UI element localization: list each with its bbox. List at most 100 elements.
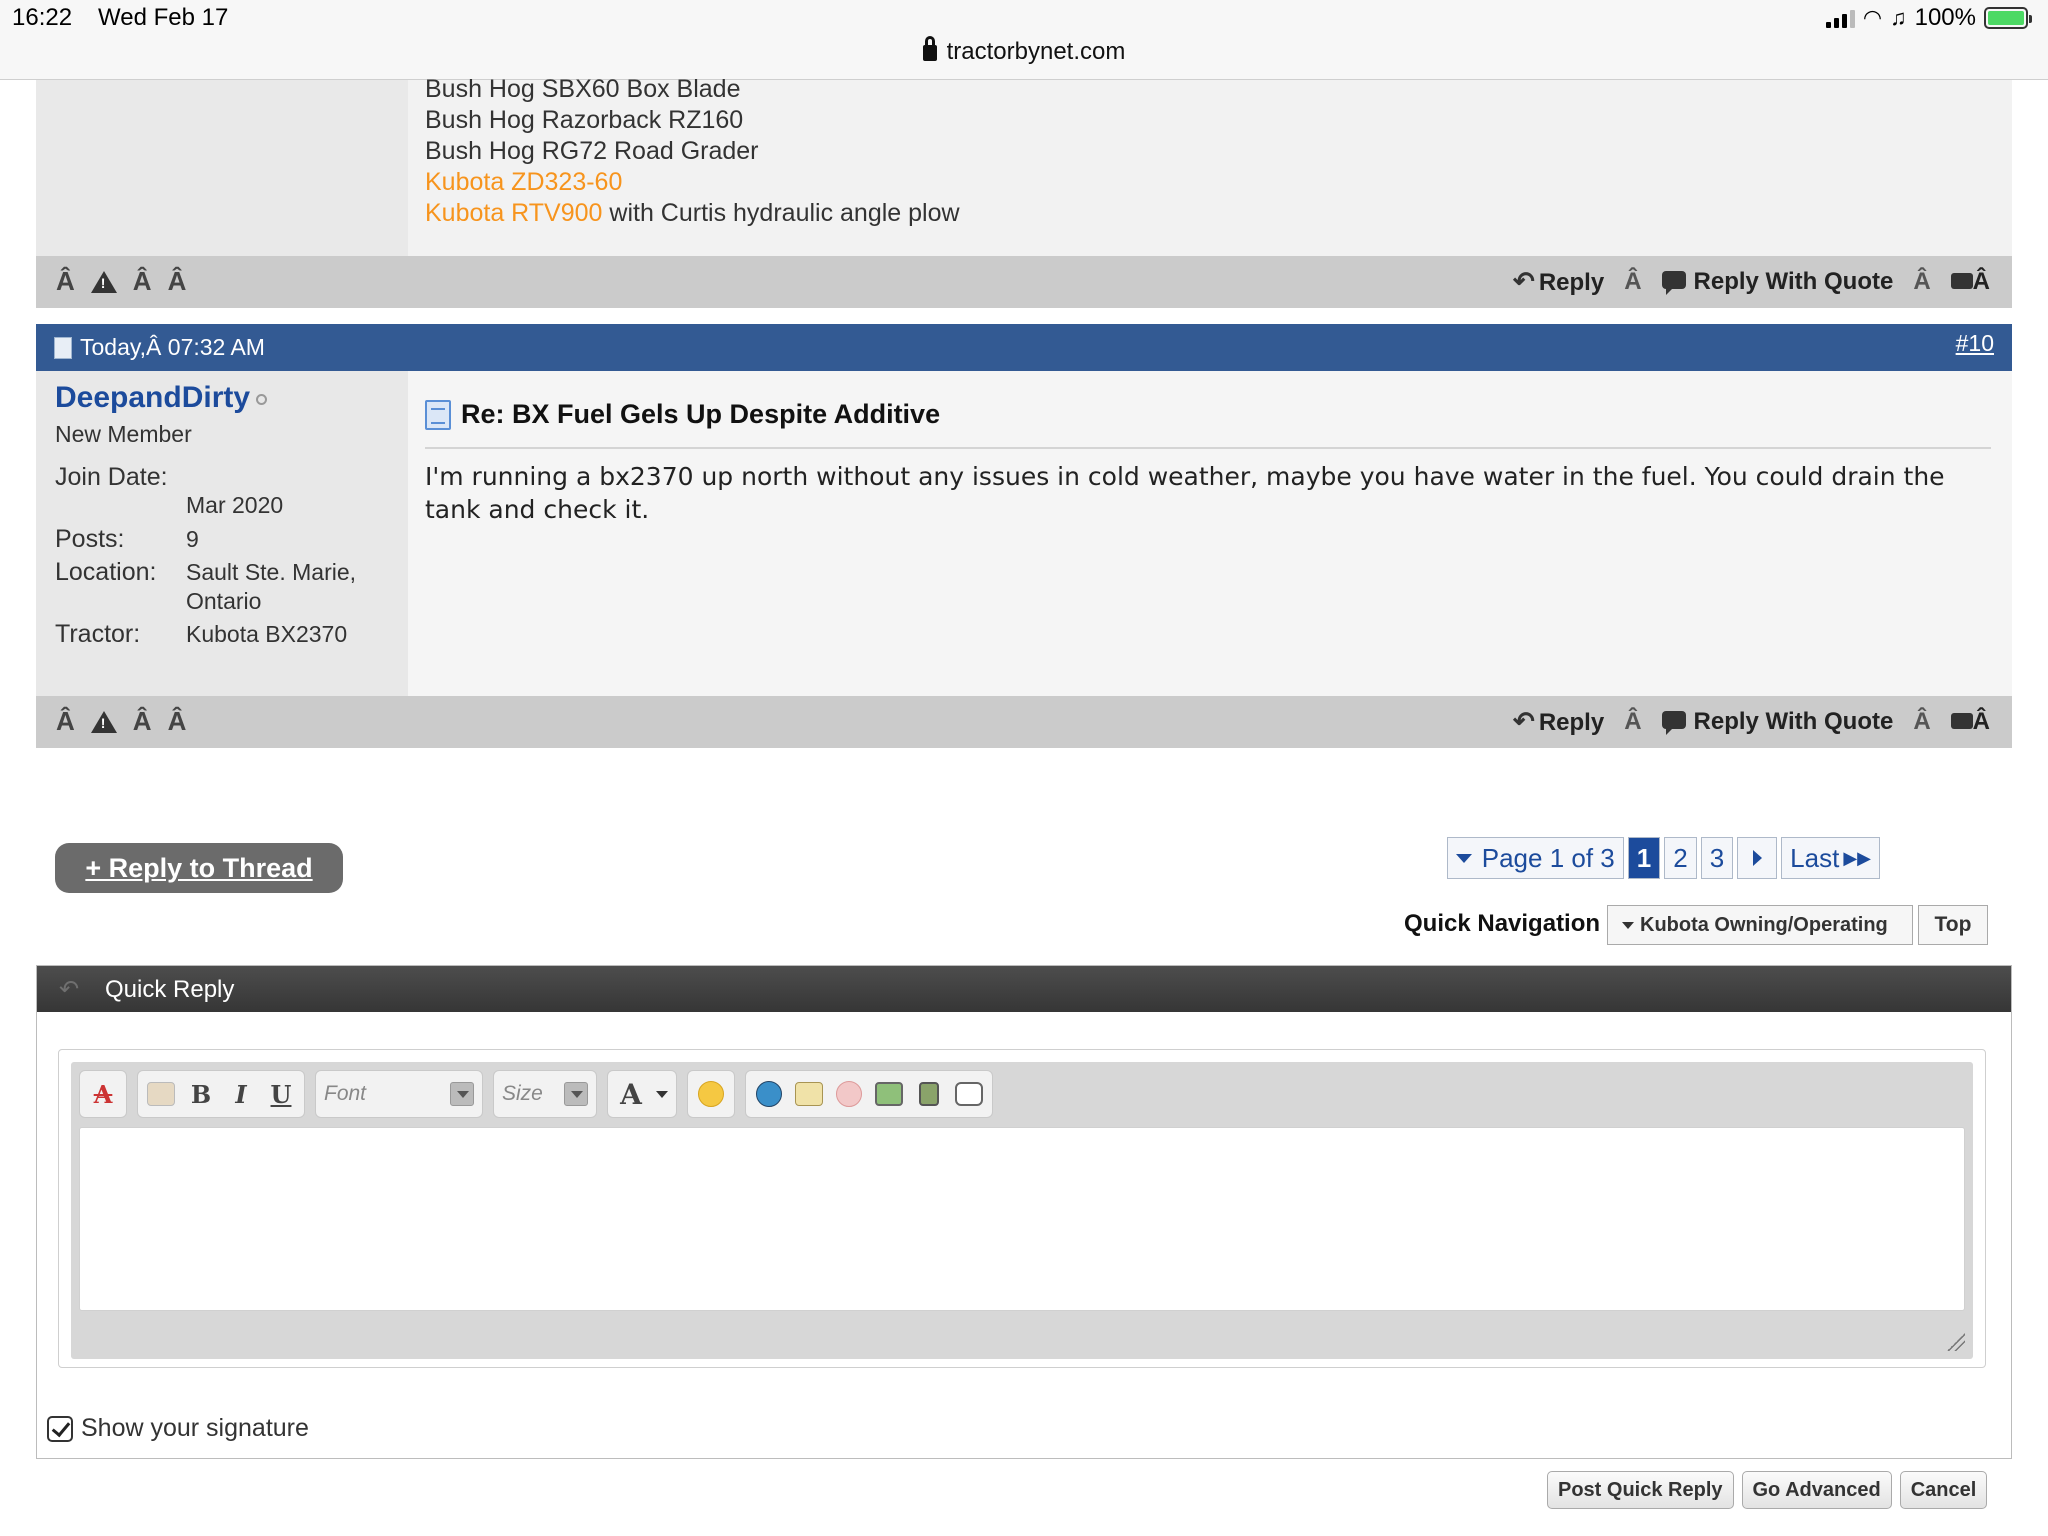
glyph: Â — [1913, 707, 1931, 735]
link-icon[interactable] — [754, 1079, 784, 1109]
multiquote-icon — [1950, 272, 1973, 289]
lock-icon — [922, 36, 937, 61]
post-left-icons: Â Â Â — [56, 706, 186, 737]
checkbox-checked-icon[interactable] — [47, 1415, 73, 1442]
address-bar[interactable]: tractorbynet.com — [0, 36, 2048, 66]
reply-quote-label: Reply With Quote — [1693, 267, 1894, 295]
posts-label: Posts: — [55, 525, 125, 553]
multi-quote-button[interactable]: Â — [1950, 707, 1990, 736]
tractor-label: Tractor: — [55, 620, 141, 648]
glyph: Â — [1972, 707, 1990, 735]
document-icon — [54, 336, 72, 359]
previous-post: Bush Hog SBX60 Box Blade Bush Hog Razorba… — [36, 75, 2012, 256]
chevron-down-icon — [1622, 921, 1634, 929]
reply-label: Reply — [1538, 709, 1605, 736]
post-right-actions: ↶ Reply Â Reply With Quote Â Â — [1513, 706, 1990, 737]
reply-arrow-icon: ↶ — [59, 976, 80, 1003]
quick-navigation-value: Kubota Owning/Operating — [1640, 913, 1888, 936]
signature-equipment-list: Bush Hog SBX60 Box Blade Bush Hog Razorba… — [425, 74, 960, 229]
glyph: Â — [167, 266, 187, 296]
top-button[interactable]: Top — [1918, 905, 1988, 945]
bold-button[interactable]: B — [186, 1079, 216, 1109]
page-jump-dropdown[interactable]: Page 1 of 3 — [1446, 837, 1624, 879]
next-page-button[interactable] — [1737, 837, 1778, 879]
post-left-icons: Â Â Â — [56, 266, 186, 297]
font-select[interactable]: Font — [315, 1070, 483, 1118]
email-icon[interactable] — [794, 1079, 824, 1109]
quote-bubble-icon[interactable] — [954, 1079, 984, 1109]
quote-icon — [1661, 710, 1686, 735]
reply-to-thread-button[interactable]: + Reply to Thread — [55, 843, 343, 893]
post-number-link[interactable]: #10 — [1956, 330, 1994, 357]
toolbar-group: A — [79, 1070, 127, 1118]
quick-navigation-label: Quick Navigation — [1404, 910, 1601, 937]
equipment-name: Bush Hog RG72 Road Grader — [425, 137, 759, 165]
post-title: Re: BX Fuel Gels Up Despite Additive — [425, 399, 940, 430]
remove-format-icon[interactable]: A — [88, 1079, 118, 1109]
cancel-button[interactable]: Cancel — [1899, 1471, 1988, 1509]
reply-label: Reply — [1538, 269, 1605, 296]
equipment-item: Bush Hog RG72 Road Grader — [425, 136, 960, 167]
go-advanced-button[interactable]: Go Advanced — [1741, 1471, 1892, 1509]
video-icon[interactable] — [914, 1079, 944, 1109]
post-quick-reply-button[interactable]: Post Quick Reply — [1547, 1471, 1734, 1509]
size-select[interactable]: Size — [493, 1070, 597, 1118]
report-icon[interactable] — [90, 270, 117, 293]
divider — [425, 447, 1991, 449]
report-icon[interactable] — [90, 710, 117, 733]
multi-quote-button[interactable]: Â — [1950, 268, 1990, 296]
show-signature-option[interactable]: Show your signature — [47, 1414, 309, 1443]
unlink-icon[interactable] — [834, 1079, 864, 1109]
glyph: Â — [1624, 267, 1642, 295]
reply-button[interactable]: ↶ Reply — [1513, 266, 1604, 297]
equipment-item: Kubota RTV900 with Curtis hydraulic angl… — [425, 198, 960, 229]
equipment-name: Bush Hog SBX60 Box Blade — [425, 75, 741, 103]
join-date-label: Join Date: — [55, 463, 168, 491]
location-line: Ontario — [186, 588, 262, 614]
equipment-link[interactable]: Kubota RTV900 — [425, 199, 602, 227]
equipment-item: Bush Hog SBX60 Box Blade — [425, 74, 960, 105]
italic-button[interactable]: I — [226, 1079, 256, 1109]
offline-status-icon — [256, 393, 268, 405]
toolbar-group: B I U — [137, 1070, 305, 1118]
smiley-icon[interactable] — [696, 1079, 726, 1109]
reply-with-quote-button[interactable]: Reply With Quote — [1661, 708, 1893, 736]
show-signature-label: Show your signature — [81, 1414, 309, 1442]
tractor-value: Kubota BX2370 — [186, 621, 348, 647]
post-action-bar: Â Â Â ↶Reply Â Reply With Quote Â Â — [36, 696, 2012, 748]
page-link-current[interactable]: 1 — [1627, 837, 1661, 879]
glyph: Â — [167, 706, 187, 736]
image-icon[interactable] — [874, 1079, 904, 1109]
wifi-icon: ◠ — [1862, 5, 1883, 30]
paste-icon[interactable] — [146, 1079, 176, 1109]
equipment-link[interactable]: Kubota ZD323-60 — [425, 168, 622, 196]
page-link[interactable]: 3 — [1700, 837, 1734, 879]
status-time: 16:22 — [12, 4, 73, 31]
resize-handle-icon[interactable] — [1947, 1333, 1965, 1351]
page-link[interactable]: 2 — [1664, 837, 1697, 879]
page-label: Page 1 of 3 — [1481, 842, 1615, 873]
post-header: Today,Â 07:32 AM #10 — [36, 324, 2012, 371]
last-page-button[interactable]: Last ▶▶ — [1781, 837, 1880, 879]
toolbar-group — [745, 1070, 993, 1118]
reply-arrow-icon: ↶ — [1513, 706, 1535, 736]
underline-button[interactable]: U — [266, 1079, 296, 1109]
quick-reply-header: ↶ Quick Reply — [37, 966, 2011, 1012]
double-arrow-icon: ▶▶ — [1843, 847, 1871, 868]
username-link[interactable]: DeepandDirty — [55, 381, 268, 415]
size-placeholder: Size — [502, 1082, 543, 1105]
message-textarea[interactable] — [79, 1127, 1965, 1311]
font-color-button[interactable]: A — [607, 1070, 677, 1118]
status-bar: 16:22 Wed Feb 17 tractorbynet.com ◠ ♫ 10… — [0, 0, 2048, 80]
dropdown-arrow-icon — [564, 1082, 588, 1106]
post-title-text: Re: BX Fuel Gels Up Despite Additive — [461, 399, 941, 429]
editor: A B I U Font Size A — [58, 1049, 1986, 1368]
equipment-name: Bush Hog Razorback RZ160 — [425, 106, 744, 134]
posts-value: 9 — [186, 526, 199, 552]
headphones-icon: ♫ — [1890, 5, 1907, 30]
quick-navigation-select[interactable]: Kubota Owning/Operating — [1607, 905, 1913, 945]
post-icon — [425, 399, 451, 430]
reply-button[interactable]: ↶ Reply — [1513, 706, 1604, 737]
reply-with-quote-button[interactable]: Reply With Quote — [1661, 267, 1894, 296]
editor-toolbar: A B I U Font Size A — [79, 1070, 993, 1122]
